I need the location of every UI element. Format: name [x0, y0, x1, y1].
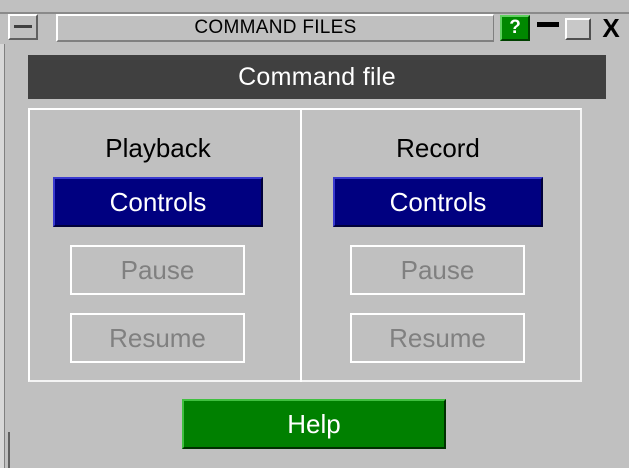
- maximize-icon[interactable]: [565, 18, 591, 40]
- window-left-edge: [0, 0, 5, 468]
- playback-resume-button[interactable]: Resume: [70, 313, 245, 363]
- playback-pause-button[interactable]: Pause: [70, 245, 245, 295]
- playback-controls-button[interactable]: Controls: [53, 177, 263, 227]
- minimize-icon[interactable]: [535, 18, 561, 38]
- system-menu-icon[interactable]: [8, 14, 38, 40]
- record-controls-button[interactable]: Controls: [333, 177, 543, 227]
- column-divider: [300, 108, 302, 382]
- window-title: COMMAND FILES: [56, 14, 494, 42]
- window-resize-edge: [8, 432, 10, 468]
- record-resume-button[interactable]: Resume: [350, 313, 525, 363]
- close-icon[interactable]: X: [596, 14, 626, 42]
- section-header: Command file: [28, 55, 606, 99]
- help-button[interactable]: Help: [182, 399, 446, 449]
- record-label: Record: [396, 132, 480, 163]
- playback-label: Playback: [105, 132, 211, 163]
- help-icon[interactable]: ?: [500, 15, 530, 41]
- command-files-window: COMMAND FILES ? X Command file Playback …: [0, 0, 629, 468]
- record-pause-button[interactable]: Pause: [350, 245, 525, 295]
- title-bar[interactable]: COMMAND FILES ? X: [0, 0, 629, 44]
